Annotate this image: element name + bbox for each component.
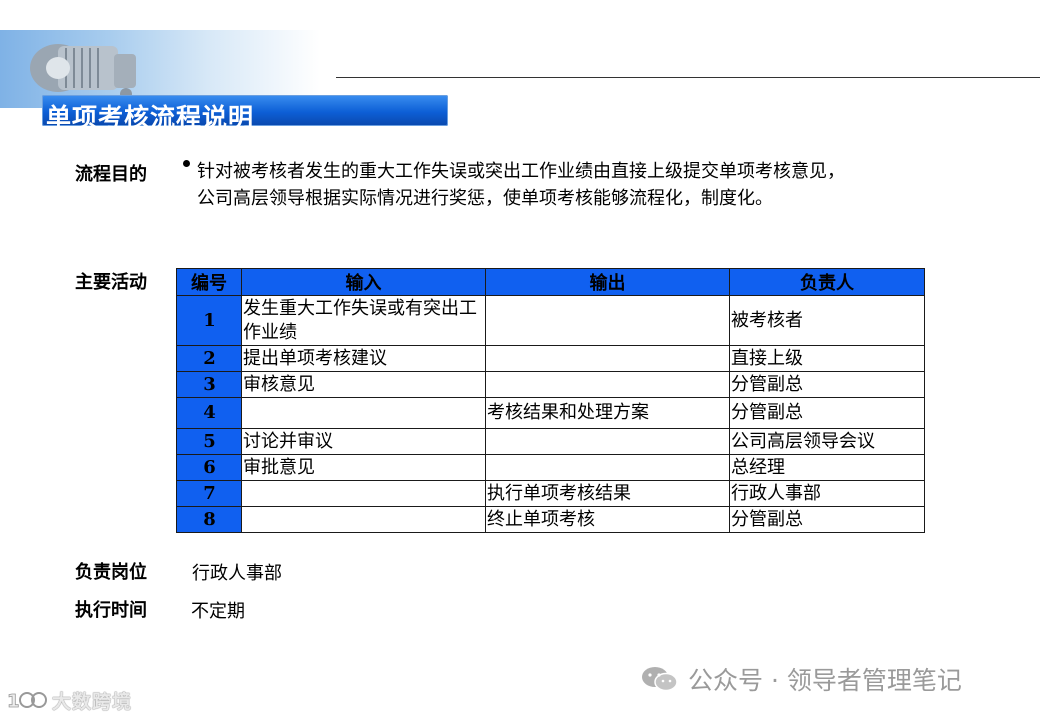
brand-watermark-text: 大数跨境 <box>52 690 133 713</box>
row-output <box>485 295 730 346</box>
row-number: 4 <box>176 397 242 429</box>
purpose-line-1: 针对被考核者发生的重大工作失误或突出工作业绩由直接上级提交单项考核意见， <box>197 161 845 182</box>
row-owner: 被考核者 <box>729 295 925 346</box>
brand-watermark: 1 大数跨境 <box>6 686 132 714</box>
wechat-watermark: 公众号 · 领导者管理笔记 <box>640 662 1030 696</box>
row-owner: 行政人事部 <box>729 480 925 507</box>
row-number: 6 <box>176 454 242 481</box>
brand-logo-icon: 1 <box>7 691 47 711</box>
row-input: 提出单项考核建议 <box>241 345 486 372</box>
table-row: 1 发生重大工作失误或有突出工作业绩 被考核者 <box>176 295 925 346</box>
column-header-owner: 负责人 <box>729 268 925 296</box>
table-row: 8 终止单项考核 分管副总 <box>176 506 925 533</box>
row-output <box>485 454 730 481</box>
table-row: 3 审核意见 分管副总 <box>176 371 925 398</box>
bullet-icon <box>183 160 190 167</box>
row-input: 发生重大工作失误或有突出工作业绩 <box>241 295 486 346</box>
activities-label: 主要活动 <box>75 272 147 293</box>
row-owner: 分管副总 <box>729 371 925 398</box>
row-output: 执行单项考核结果 <box>485 480 730 507</box>
table-row: 7 执行单项考核结果 行政人事部 <box>176 480 925 507</box>
row-input: 审核意见 <box>241 371 486 398</box>
row-number: 7 <box>176 480 242 507</box>
page-title: 单项考核流程说明 <box>46 103 255 132</box>
row-number: 3 <box>176 371 242 398</box>
table-header-row: 编号 输入 输出 负责人 <box>176 268 925 296</box>
responsible-value: 行政人事部 <box>192 563 282 584</box>
row-input <box>241 397 486 429</box>
row-input <box>241 480 486 507</box>
row-number: 5 <box>176 428 242 455</box>
table-row: 2 提出单项考核建议 直接上级 <box>176 345 925 372</box>
purpose-text: 针对被考核者发生的重大工作失误或突出工作业绩由直接上级提交单项考核意见， 公司高… <box>197 158 977 212</box>
column-header-input: 输入 <box>241 268 486 296</box>
row-owner: 直接上级 <box>729 345 925 372</box>
table-row: 5 讨论并审议 公司高层领导会议 <box>176 428 925 455</box>
row-number: 1 <box>176 295 242 346</box>
activities-table: 编号 输入 输出 负责人 1 发生重大工作失误或有突出工作业绩 被考核者 2 提… <box>176 268 925 533</box>
svg-text:1: 1 <box>7 691 20 711</box>
row-input: 讨论并审议 <box>241 428 486 455</box>
row-output: 考核结果和处理方案 <box>485 397 730 429</box>
row-output <box>485 371 730 398</box>
responsible-label: 负责岗位 <box>75 562 147 583</box>
row-owner: 分管副总 <box>729 397 925 429</box>
row-input <box>241 506 486 533</box>
schedule-label: 执行时间 <box>75 600 147 621</box>
header-divider <box>336 77 1040 78</box>
wechat-watermark-text: 公众号 · 领导者管理笔记 <box>688 666 962 695</box>
row-number: 2 <box>176 345 242 372</box>
row-owner: 总经理 <box>729 454 925 481</box>
row-owner: 公司高层领导会议 <box>729 428 925 455</box>
column-header-output: 输出 <box>485 268 730 296</box>
schedule-value: 不定期 <box>191 601 245 622</box>
purpose-label: 流程目的 <box>75 164 147 185</box>
row-number: 8 <box>176 506 242 533</box>
row-output: 终止单项考核 <box>485 506 730 533</box>
row-input: 审批意见 <box>241 454 486 481</box>
row-owner: 分管副总 <box>729 506 925 533</box>
row-output <box>485 428 730 455</box>
column-header-number: 编号 <box>176 268 242 296</box>
motor-image <box>30 44 136 100</box>
table-row: 4 考核结果和处理方案 分管副总 <box>176 397 925 429</box>
row-output <box>485 345 730 372</box>
purpose-line-2: 公司高层领导根据实际情况进行奖惩，使单项考核能够流程化，制度化。 <box>197 188 773 209</box>
wechat-icon <box>642 667 678 692</box>
table-row: 6 审批意见 总经理 <box>176 454 925 481</box>
